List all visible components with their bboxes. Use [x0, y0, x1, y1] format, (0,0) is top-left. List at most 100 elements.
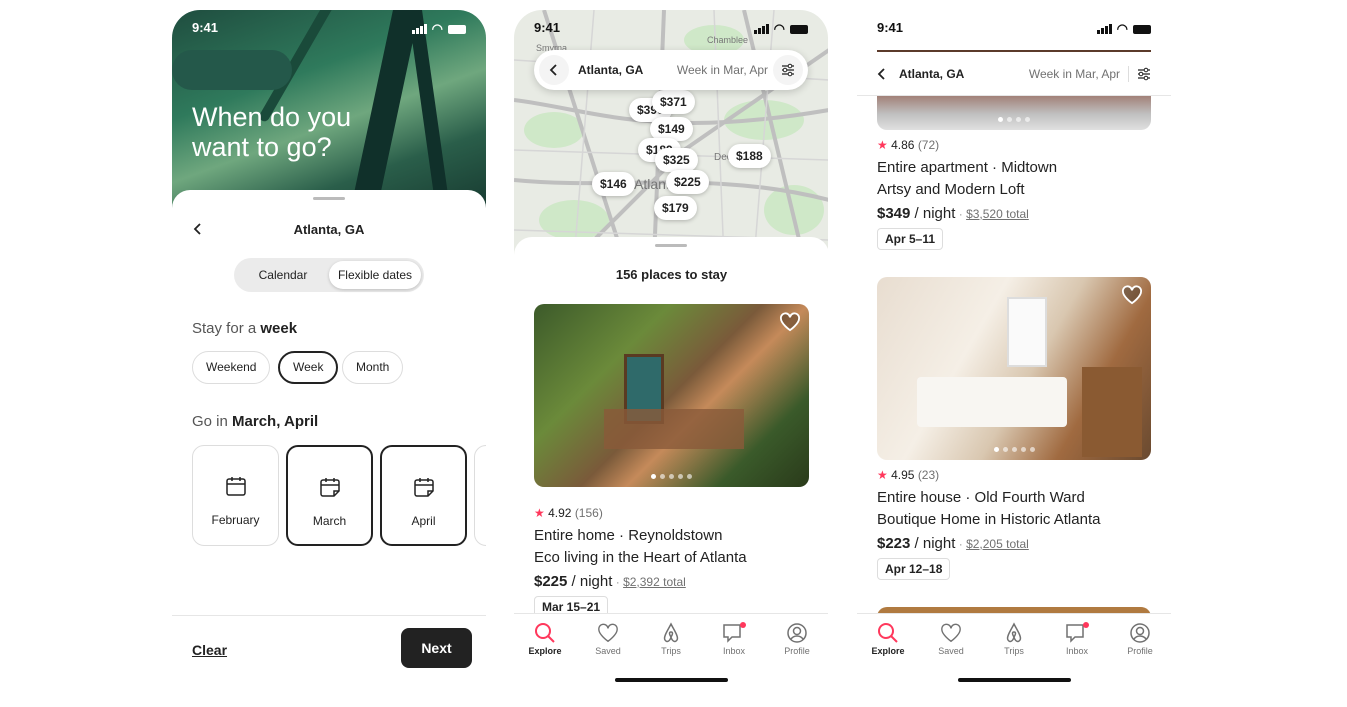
- tab-saved[interactable]: Saved: [578, 622, 638, 656]
- month-next-partial[interactable]: [474, 445, 486, 546]
- tab-trips[interactable]: Trips: [984, 622, 1044, 656]
- listing-info[interactable]: ★ 4.92 (156) Entire home · Reynoldstown …: [534, 506, 747, 618]
- back-chevron-icon: [549, 64, 557, 76]
- tab-profile[interactable]: Profile: [767, 622, 827, 656]
- tab-label: Saved: [595, 646, 621, 656]
- separator: ·: [955, 537, 967, 551]
- search-bar[interactable]: Atlanta, GA Week in Mar, Apr: [534, 50, 808, 90]
- screen-date-picker: When do you want to go? 9:41 ◠ Atlanta, G…: [172, 10, 486, 700]
- listing-type: Entire apartment · Midtown: [877, 159, 1058, 176]
- tab-trips[interactable]: Trips: [641, 622, 701, 656]
- tab-label: Inbox: [1065, 646, 1089, 656]
- search-header[interactable]: Atlanta, GA Week in Mar, Apr: [857, 52, 1171, 96]
- map-price-pin[interactable]: $371: [652, 90, 695, 114]
- map-price-pin[interactable]: $179: [654, 196, 697, 220]
- heart-icon[interactable]: [1121, 285, 1143, 305]
- tab-label: Explore: [871, 646, 905, 656]
- rating-value: 4.95: [891, 468, 915, 482]
- month-march[interactable]: March: [286, 445, 373, 546]
- listing-type: Entire house · Old Fourth Ward: [877, 489, 1085, 506]
- hero-title: When do you: [192, 102, 352, 132]
- listing-title: Eco living in the Heart of Atlanta: [534, 549, 747, 566]
- map[interactable]: Chamblee Smyrna Atlanta Decatur $390 $37…: [514, 10, 828, 260]
- status-time: 9:41: [877, 20, 904, 35]
- bottom-tab-bar: Explore Saved Trips Inbox Profile: [514, 613, 828, 700]
- listing-info[interactable]: ★ 4.86 (72) Entire apartment · Midtown A…: [877, 138, 1057, 250]
- status-bar: 9:41 ◠: [534, 20, 808, 38]
- price-unit: / night: [910, 535, 956, 552]
- filter-icon[interactable]: [1137, 67, 1151, 81]
- status-bar: 9:41 ◠: [877, 20, 1151, 38]
- back-button[interactable]: [539, 55, 569, 85]
- screen-map-results: Chamblee Smyrna Atlanta Decatur $390 $37…: [514, 10, 828, 700]
- home-indicator: [615, 678, 728, 682]
- tab-inbox[interactable]: Inbox: [704, 622, 764, 656]
- total-price-link[interactable]: $3,520 total: [966, 207, 1029, 221]
- drag-handle[interactable]: [655, 244, 687, 247]
- review-count: (156): [574, 506, 603, 520]
- map-price-pin[interactable]: $146: [592, 172, 635, 196]
- stay-heading: Stay for a week: [192, 320, 297, 337]
- price-value: $349: [877, 205, 911, 222]
- listing-title: Boutique Home in Historic Atlanta: [877, 511, 1101, 528]
- month-april[interactable]: April: [380, 445, 467, 546]
- tab-label: Profile: [1127, 646, 1153, 656]
- date-badge: Apr 5–11: [877, 228, 944, 250]
- tab-label: Saved: [938, 646, 964, 656]
- tab-flexible-dates[interactable]: Flexible dates: [329, 261, 421, 289]
- heart-icon[interactable]: [779, 312, 801, 332]
- listing-photo[interactable]: [534, 304, 809, 487]
- battery-icon: [448, 24, 466, 34]
- drag-handle[interactable]: [313, 197, 345, 200]
- clear-button[interactable]: Clear: [192, 642, 227, 658]
- profile-icon: [1130, 623, 1150, 643]
- price-unit: / night: [567, 573, 613, 590]
- tab-calendar[interactable]: Calendar: [237, 261, 329, 289]
- stay-value: week: [260, 320, 298, 337]
- message-icon: [1066, 622, 1089, 643]
- total-price-link[interactable]: $2,205 total: [966, 537, 1029, 551]
- listing-photo[interactable]: [877, 277, 1151, 460]
- tab-saved[interactable]: Saved: [921, 622, 981, 656]
- battery-icon: [790, 24, 808, 34]
- search-icon: [535, 623, 555, 643]
- map-price-pin[interactable]: $188: [728, 144, 771, 168]
- tab-explore[interactable]: Explore: [858, 622, 918, 656]
- duration-weekend[interactable]: Weekend: [192, 351, 271, 384]
- location-title: Atlanta, GA: [293, 222, 365, 237]
- bottom-tab-bar: Explore Saved Trips Inbox Profile: [857, 613, 1171, 700]
- duration-week[interactable]: Week: [278, 351, 339, 384]
- tab-explore[interactable]: Explore: [515, 622, 575, 656]
- tab-inbox[interactable]: Inbox: [1047, 622, 1107, 656]
- next-button[interactable]: Next: [401, 628, 472, 668]
- month-label: April: [411, 514, 436, 528]
- map-price-pin[interactable]: $225: [666, 170, 709, 194]
- photo-pagination: [877, 117, 1151, 122]
- calendar-check-icon: [413, 478, 434, 497]
- search-icon: [878, 623, 898, 643]
- month-label: March: [312, 514, 347, 528]
- rating: ★ 4.95 (23): [877, 468, 1100, 482]
- listing-info[interactable]: ★ 4.95 (23) Entire house · Old Fourth Wa…: [877, 468, 1100, 580]
- status-time: 9:41: [534, 20, 561, 35]
- total-price-link[interactable]: $2,392 total: [623, 575, 686, 589]
- rating-value: 4.86: [891, 138, 915, 152]
- duration-month[interactable]: Month: [342, 351, 404, 384]
- date-mode-toggle: Calendar Flexible dates: [234, 258, 424, 292]
- status-bar: 9:41 ◠: [192, 20, 466, 38]
- signal-icon: [753, 24, 769, 34]
- calendar-check-icon: [319, 478, 340, 497]
- go-heading: Go in March, April: [192, 413, 318, 430]
- tab-profile[interactable]: Profile: [1110, 622, 1170, 656]
- back-chevron-icon[interactable]: [877, 67, 887, 80]
- filter-button[interactable]: [773, 55, 803, 85]
- search-location: Atlanta, GA: [899, 66, 965, 81]
- map-price-pin[interactable]: $325: [655, 148, 698, 172]
- tab-label: Trips: [661, 646, 681, 656]
- month-february[interactable]: February: [192, 445, 279, 546]
- star-icon: ★: [877, 138, 888, 152]
- tab-label: Profile: [784, 646, 810, 656]
- airbnb-logo-icon: [1006, 622, 1022, 643]
- price-value: $225: [534, 573, 568, 590]
- wifi-icon: ◠: [773, 21, 785, 36]
